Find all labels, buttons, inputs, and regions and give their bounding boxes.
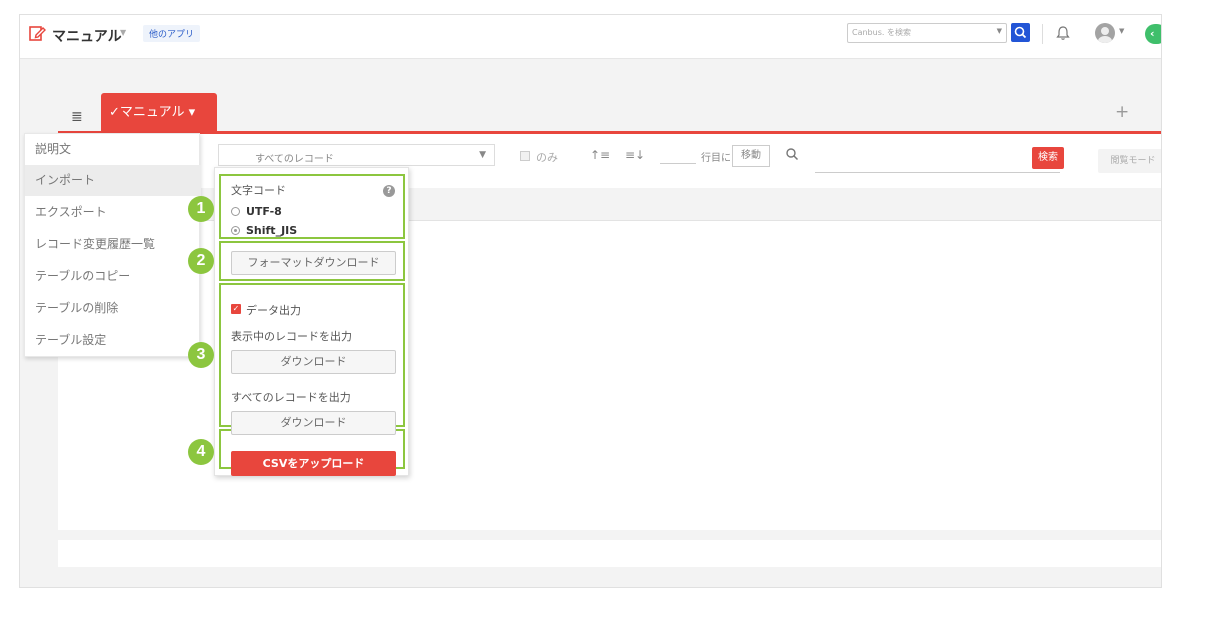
step-badge-2: 2 <box>188 248 214 274</box>
shiftjis-radio[interactable] <box>231 226 240 235</box>
header-divider <box>1042 24 1043 44</box>
chevron-down-icon[interactable]: ▼ <box>1119 27 1124 35</box>
bell-icon[interactable] <box>1056 25 1070 41</box>
sort-descending-icon[interactable]: ≡↓ <box>625 148 645 162</box>
chevron-down-icon[interactable]: ▼ <box>997 27 1002 35</box>
search-placeholder: Canbus. を検索 <box>852 28 911 37</box>
search-icon <box>1014 26 1027 39</box>
browse-mode-button[interactable]: 閲覧モード <box>1098 149 1161 173</box>
global-search-input[interactable]: Canbus. を検索 ▼ <box>847 23 1007 43</box>
search-records-button[interactable]: 検索 <box>1032 147 1064 169</box>
user-avatar-icon[interactable] <box>1095 23 1115 43</box>
table-footer <box>58 540 1161 567</box>
only-label: のみ <box>536 151 558 164</box>
menu-item-description[interactable]: 説明文 <box>25 134 201 165</box>
row-label: 行目に <box>701 153 731 164</box>
table-menu-dropdown: 説明文 インポート エクスポート レコード変更履歴一覧 テーブルのコピー テーブ… <box>24 133 201 357</box>
edit-document-icon[interactable] <box>28 24 46 42</box>
csv-upload-button[interactable]: CSVをアップロード <box>231 451 396 476</box>
menu-item-change-history[interactable]: レコード変更履歴一覧 <box>25 229 201 260</box>
step-badge-4: 4 <box>188 439 214 465</box>
menu-item-delete-table[interactable]: テーブルの削除 <box>25 293 201 324</box>
utf8-radio[interactable] <box>231 207 240 216</box>
hamburger-icon[interactable]: ≣ <box>71 109 83 125</box>
menu-item-import[interactable]: インポート <box>25 165 201 196</box>
data-output-checkbox[interactable]: ✓ <box>231 304 241 314</box>
help-icon[interactable]: ? <box>383 185 395 197</box>
shiftjis-label[interactable]: Shift_JIS <box>246 224 297 237</box>
view-select-value: すべてのレコード <box>255 154 334 165</box>
import-submenu: 文字コード ? UTF-8 Shift_JIS フォーマットダウンロード ✓ デ… <box>214 167 409 476</box>
view-select[interactable]: すべてのレコード ▼ <box>218 144 495 166</box>
menu-item-copy-table[interactable]: テーブルのコピー <box>25 261 201 292</box>
all-records-label: すべてのレコードを出力 <box>231 391 351 404</box>
top-header: マニュアル ▼ 他のアプリ Canbus. を検索 ▼ ▼ ‹ <box>20 15 1161 59</box>
tab-manual[interactable]: ✓マニュアル ▾ <box>101 93 217 132</box>
displayed-records-label: 表示中のレコードを出力 <box>231 330 352 343</box>
step-badge-3: 3 <box>188 342 214 368</box>
search-icon <box>785 147 799 161</box>
sort-ascending-icon[interactable]: ↑≡ <box>590 148 610 162</box>
chevron-down-icon[interactable]: ▼ <box>479 150 486 160</box>
format-download-button[interactable]: フォーマットダウンロード <box>231 251 396 275</box>
add-tab-button[interactable]: + <box>1115 102 1129 122</box>
other-apps-link[interactable]: 他のアプリ <box>143 25 201 42</box>
charcode-title: 文字コード <box>231 184 286 197</box>
search-button[interactable] <box>1011 23 1030 42</box>
utf8-label[interactable]: UTF-8 <box>246 205 282 218</box>
chevron-left-icon[interactable]: ‹ <box>1145 24 1161 44</box>
app-window: マニュアル ▼ 他のアプリ Canbus. を検索 ▼ ▼ ‹ ≣ ✓マニュアル… <box>19 14 1162 588</box>
only-checkbox[interactable] <box>520 151 530 161</box>
row-number-input[interactable] <box>660 145 696 164</box>
data-output-label[interactable]: データ出力 <box>246 302 301 318</box>
download-all-button[interactable]: ダウンロード <box>231 411 396 435</box>
menu-item-export[interactable]: エクスポート <box>25 197 201 228</box>
menu-item-table-settings[interactable]: テーブル設定 <box>25 325 201 356</box>
download-displayed-button[interactable]: ダウンロード <box>231 350 396 374</box>
app-title[interactable]: マニュアル <box>52 26 122 46</box>
move-button[interactable]: 移動 <box>732 145 770 167</box>
step-badge-1: 1 <box>188 196 214 222</box>
record-search-input[interactable] <box>815 172 1060 173</box>
chevron-down-icon[interactable]: ▼ <box>120 28 126 37</box>
